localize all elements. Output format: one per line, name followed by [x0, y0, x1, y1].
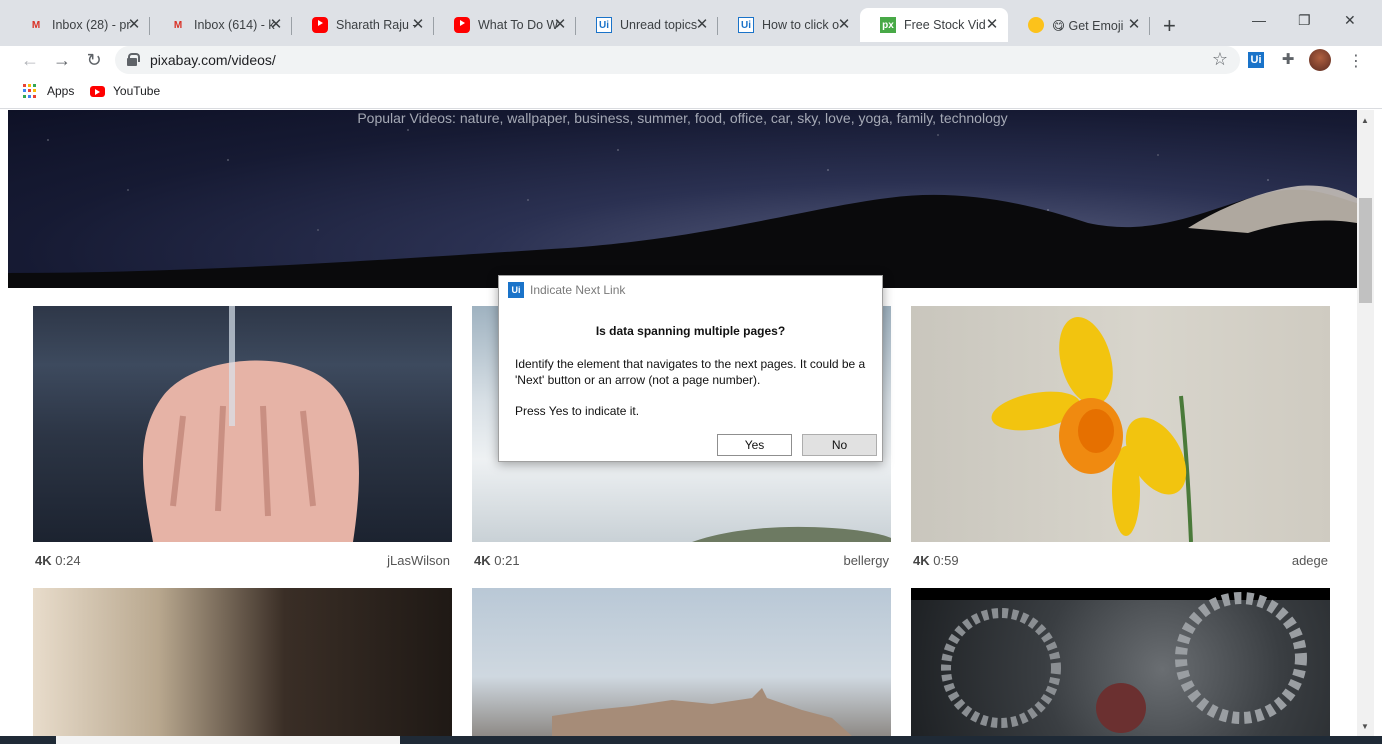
lock-icon[interactable]: [127, 53, 140, 66]
uipath-icon: Ui: [738, 17, 754, 33]
uipath-icon: Ui: [596, 17, 612, 33]
mountain-silhouette: [8, 185, 1357, 288]
video-author[interactable]: jLasWilson: [387, 553, 450, 568]
close-icon[interactable]: ✕: [552, 17, 568, 33]
dialog-titlebar: Ui Indicate Next Link: [499, 276, 882, 304]
dialog-title: Indicate Next Link: [530, 283, 626, 297]
no-button[interactable]: No: [802, 434, 877, 456]
youtube-icon: [90, 85, 105, 97]
bookmarks-bar: Apps YouTube: [0, 76, 1382, 109]
scrollbar-thumb[interactable]: [1359, 198, 1372, 303]
video-card[interactable]: [472, 588, 891, 736]
youtube-icon: [454, 17, 470, 33]
video-card[interactable]: [33, 588, 452, 736]
video-thumbnail-hands[interactable]: [33, 306, 452, 542]
tab-uipath-forum-2[interactable]: Ui How to click o ✕: [718, 8, 860, 42]
emoji-icon: [1028, 17, 1044, 33]
video-quality: 4K: [913, 553, 930, 568]
dialog-body: Identify the element that navigates to t…: [515, 356, 871, 419]
os-taskbar: [0, 736, 1382, 744]
hero-banner: Popular Videos: nature, wallpaper, busin…: [8, 110, 1357, 288]
youtube-icon: [312, 17, 328, 33]
close-icon[interactable]: ✕: [984, 17, 1000, 33]
daffodil-illustration: [991, 317, 1193, 542]
dialog-instruction: Identify the element that navigates to t…: [515, 357, 866, 387]
address-url[interactable]: pixabay.com/videos/: [150, 52, 276, 68]
close-icon[interactable]: ✕: [410, 17, 426, 33]
video-quality: 4K: [474, 553, 491, 568]
uipath-extension-icon[interactable]: Ui: [1248, 52, 1264, 68]
window-close-button[interactable]: ✕: [1344, 12, 1356, 29]
back-arrow-icon[interactable]: ←: [19, 50, 41, 71]
video-meta: 4K 0:21 bellergy: [474, 553, 889, 568]
reload-icon[interactable]: ↻: [83, 50, 105, 71]
tab-separator: [1149, 17, 1150, 35]
video-thumbnail-forest[interactable]: [33, 588, 452, 736]
close-icon[interactable]: ✕: [694, 17, 710, 33]
pixabay-icon: px: [880, 17, 896, 33]
dialog-hint: Press Yes to indicate it.: [515, 404, 640, 418]
gmail-icon: M: [173, 19, 183, 31]
video-author[interactable]: bellergy: [843, 553, 889, 568]
minimize-button[interactable]: —: [1252, 12, 1266, 28]
profile-avatar[interactable]: [1309, 49, 1331, 71]
gears-illustration: [911, 588, 1330, 733]
scroll-down-arrow-icon[interactable]: ▼: [1361, 722, 1369, 731]
video-meta: 4K 0:24 jLasWilson: [35, 553, 450, 568]
video-thumbnail-watch-gears[interactable]: [911, 588, 1330, 736]
bookmark-apps[interactable]: Apps: [23, 84, 74, 98]
close-icon[interactable]: ✕: [836, 17, 852, 33]
tab-gmail-inbox-2[interactable]: M Inbox (614) - k ✕: [150, 8, 292, 42]
tab-get-emoji[interactable]: 😋 Get Emoji ✕: [1008, 8, 1150, 42]
bookmark-star-icon[interactable]: ☆: [1212, 49, 1228, 70]
video-thumbnail-daffodil[interactable]: [911, 306, 1330, 542]
scroll-up-arrow-icon[interactable]: ▲: [1361, 116, 1369, 125]
video-duration: 0:21: [494, 553, 520, 568]
tab-uipath-forum-1[interactable]: Ui Unread topics ✕: [576, 8, 718, 42]
yes-button[interactable]: Yes: [717, 434, 792, 456]
browser-toolbar: ← → ↻ pixabay.com/videos/ ☆ Ui ✚ ⋮: [0, 46, 1382, 76]
popular-videos-text[interactable]: Popular Videos: nature, wallpaper, busin…: [8, 110, 1357, 126]
video-card[interactable]: 4K 0:59 adege: [911, 306, 1330, 568]
tab-youtube-1[interactable]: Sharath Raju - ✕: [292, 8, 434, 42]
bookmark-label: Apps: [47, 84, 75, 98]
apps-grid-icon: [23, 84, 37, 98]
taskbar-search-box[interactable]: [56, 736, 400, 744]
gmail-icon: M: [31, 19, 41, 31]
close-icon[interactable]: ✕: [126, 17, 142, 33]
indicate-next-link-dialog: Ui Indicate Next Link Is data spanning m…: [498, 275, 883, 462]
tab-pixabay-active[interactable]: px Free Stock Vid ✕: [860, 8, 1008, 42]
video-card[interactable]: 4K 0:24 jLasWilson: [33, 306, 452, 568]
bookmark-label: YouTube: [113, 84, 161, 98]
new-tab-button[interactable]: +: [1163, 13, 1176, 39]
video-quality: 4K: [35, 553, 52, 568]
address-bar[interactable]: pixabay.com/videos/ ☆: [115, 46, 1240, 74]
video-meta: 4K 0:59 adege: [913, 553, 1328, 568]
restore-button[interactable]: ❐: [1298, 12, 1311, 29]
extensions-puzzle-icon[interactable]: ✚: [1280, 52, 1296, 68]
video-card[interactable]: [911, 588, 1330, 736]
tab-title: Free Stock Vid: [904, 18, 986, 32]
video-duration: 0:59: [933, 553, 959, 568]
page-scrollbar[interactable]: ▲ ▼: [1357, 110, 1374, 736]
tab-youtube-2[interactable]: What To Do W ✕: [434, 8, 576, 42]
menu-kebab-icon[interactable]: ⋮: [1348, 51, 1364, 71]
town-illustration: [552, 688, 852, 736]
close-icon[interactable]: ✕: [268, 17, 284, 33]
browser-tab-strip: M Inbox (28) - pr ✕ M Inbox (614) - k ✕ …: [0, 0, 1382, 46]
dialog-heading: Is data spanning multiple pages?: [595, 324, 786, 338]
close-icon[interactable]: ✕: [1126, 17, 1142, 33]
video-thumbnail-town[interactable]: [472, 588, 891, 736]
video-author[interactable]: adege: [1292, 553, 1328, 568]
video-duration: 0:24: [55, 553, 81, 568]
hands-illustration: [143, 306, 359, 542]
bookmark-youtube[interactable]: YouTube: [90, 84, 160, 98]
forward-arrow-icon[interactable]: →: [51, 50, 73, 71]
uipath-logo-icon: Ui: [508, 282, 524, 298]
tab-gmail-inbox-1[interactable]: M Inbox (28) - pr ✕: [8, 8, 150, 42]
